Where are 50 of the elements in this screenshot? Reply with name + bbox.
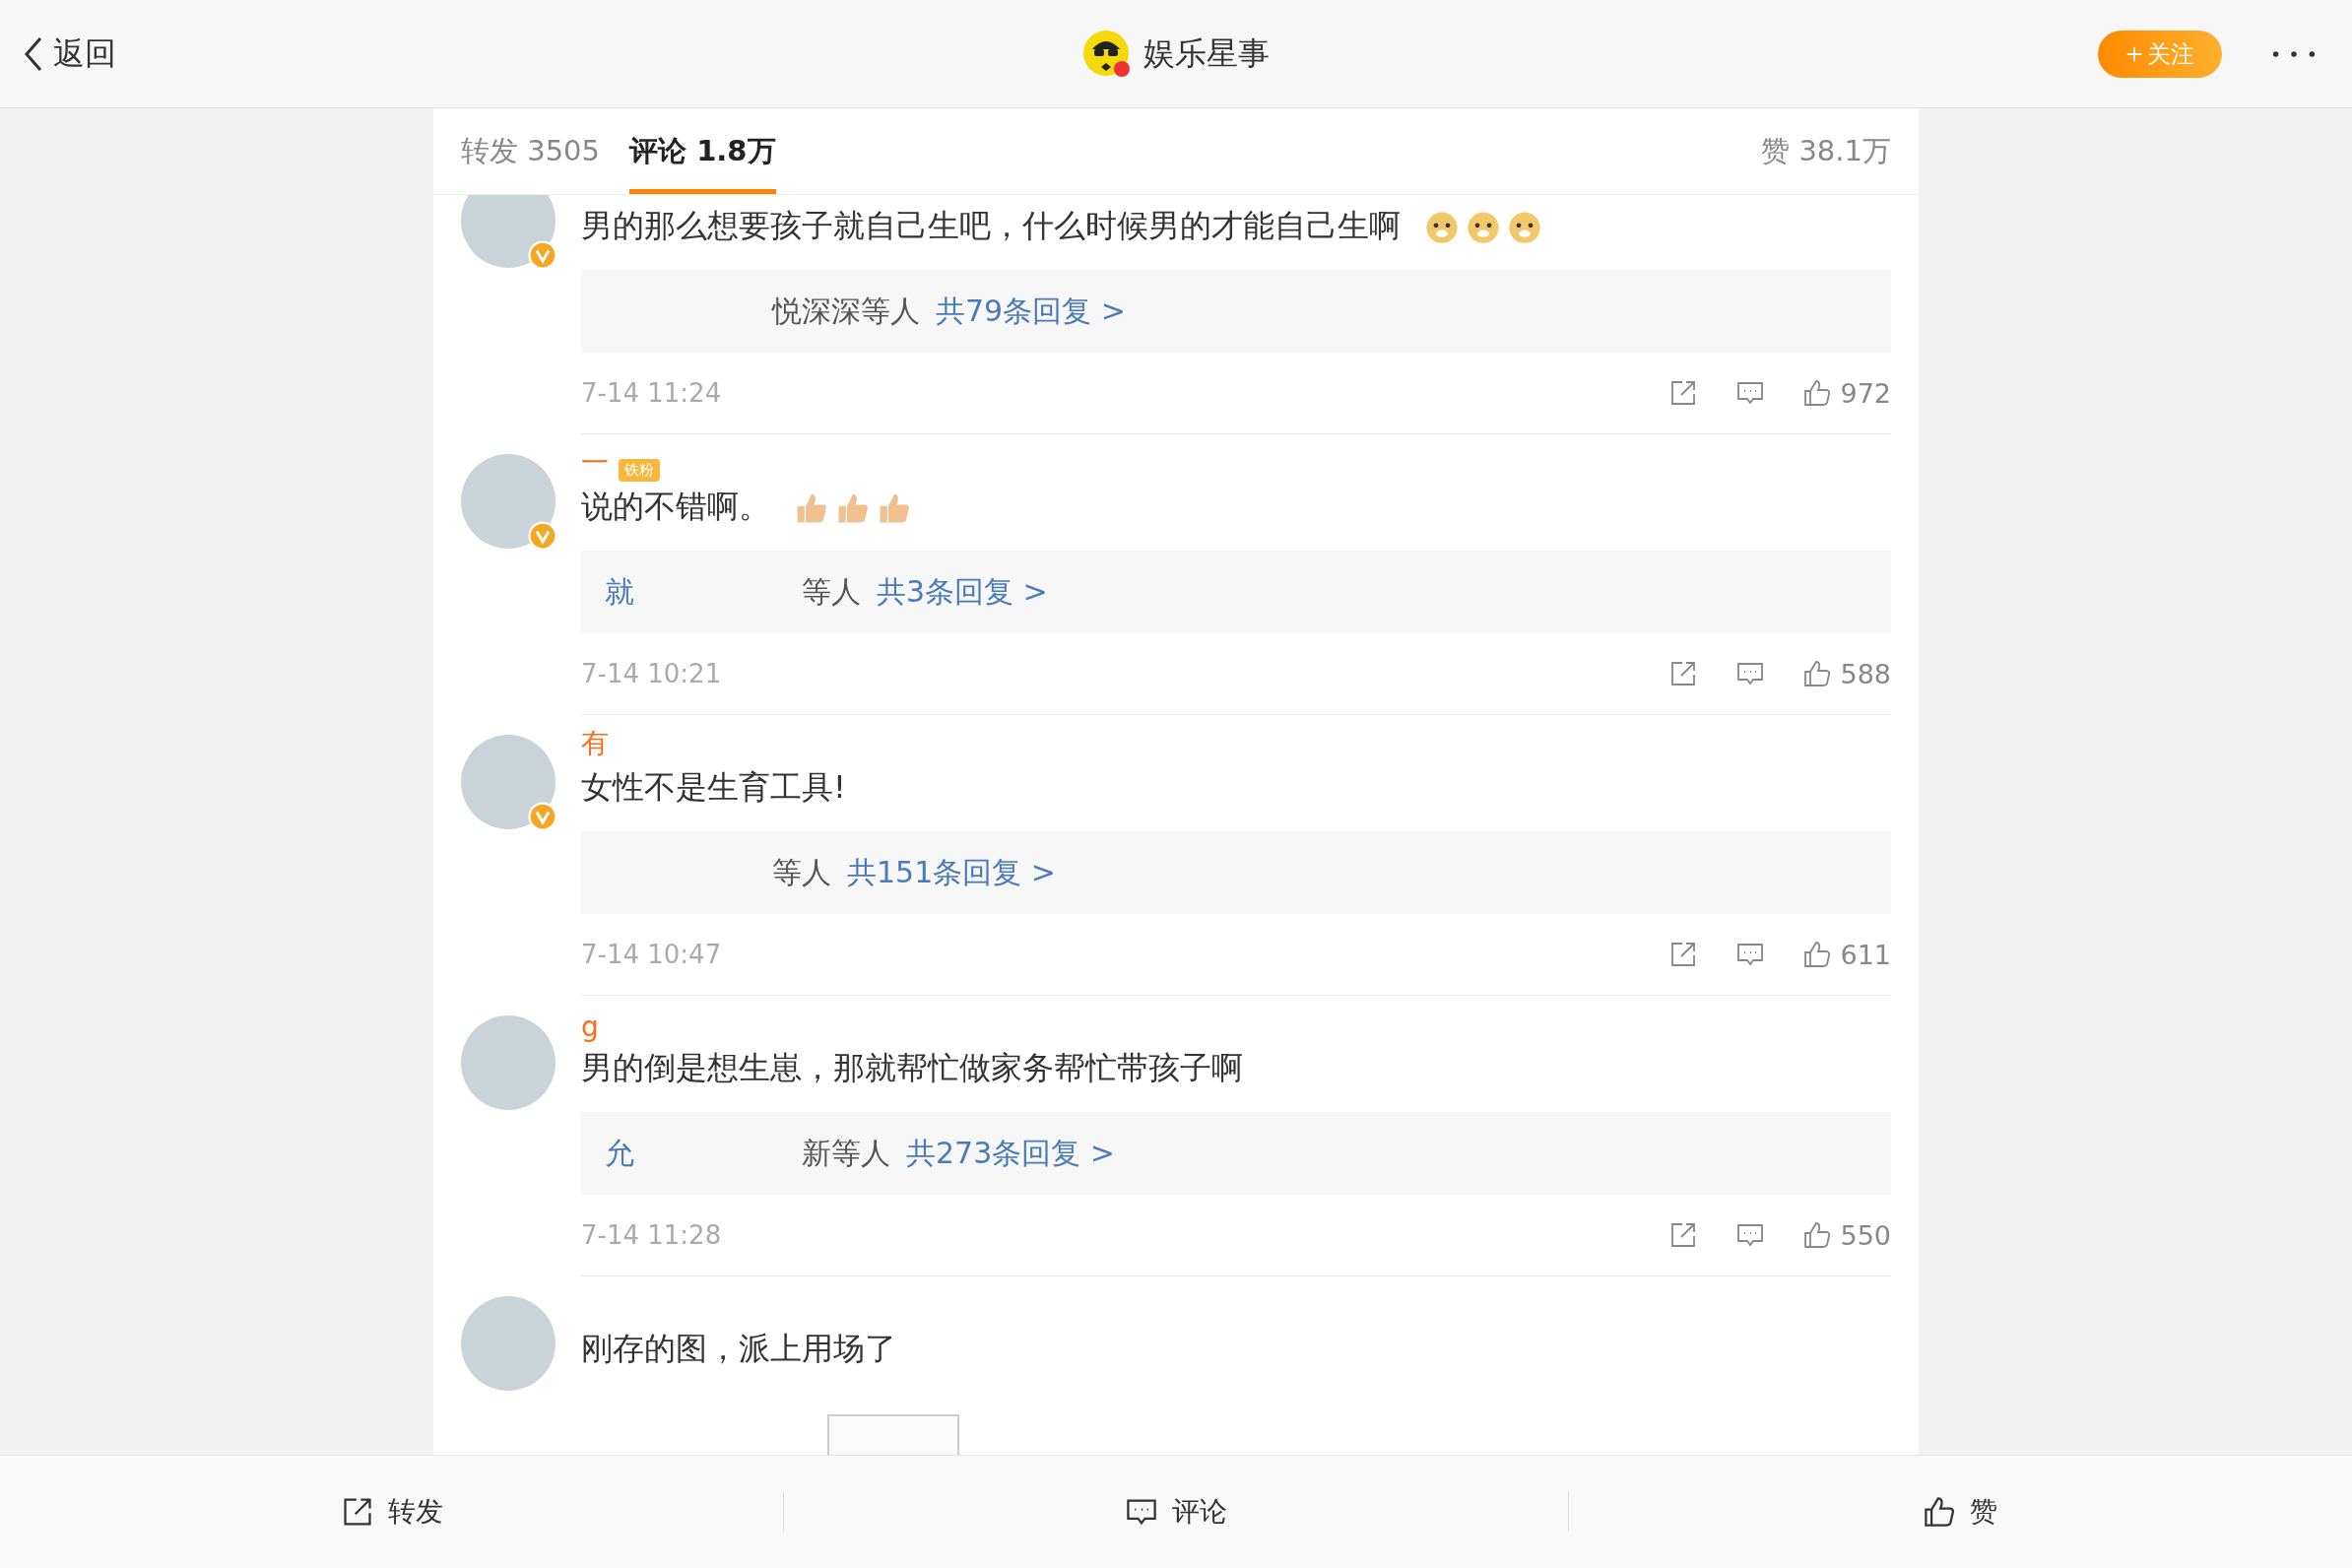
like-icon bbox=[1923, 1495, 1957, 1529]
like-count: 972 bbox=[1840, 377, 1891, 409]
comment-time: 7-14 10:47 bbox=[581, 940, 722, 969]
like-icon[interactable] bbox=[1802, 378, 1833, 408]
reply-count-link[interactable]: 共79条回复 > bbox=[936, 291, 1126, 332]
comment-text: 女性不是生育工具! bbox=[581, 767, 846, 808]
comment-time: 7-14 11:28 bbox=[581, 1220, 722, 1250]
reply-users-text: 等人 bbox=[802, 572, 861, 611]
reply-users-text: 等人 bbox=[772, 853, 831, 891]
account-name: 娱乐星事 bbox=[1143, 33, 1270, 74]
more-icon[interactable] bbox=[2271, 48, 2317, 59]
toolbar-button[interactable]: 转发 bbox=[0, 1472, 784, 1551]
comment-text: 男的倒是想生崽，那就帮忙做家务帮忙带孩子啊 bbox=[581, 1048, 1243, 1088]
reply-count-link[interactable]: 共151条回复 > bbox=[847, 852, 1056, 893]
like-count: 611 bbox=[1840, 939, 1891, 970]
comment-time: 7-14 11:24 bbox=[581, 378, 722, 408]
user-avatar[interactable] bbox=[461, 195, 555, 268]
comment-text: 说的不错啊。 bbox=[581, 487, 770, 527]
comment-text: 刚存的图，派上用场了 bbox=[581, 1329, 896, 1369]
tab[interactable]: 评论 1.8万 bbox=[629, 108, 776, 194]
like-count: 588 bbox=[1840, 658, 1891, 689]
fan-badge: 铁粉 bbox=[619, 459, 660, 482]
toolbar-button[interactable]: 赞 bbox=[1568, 1472, 2352, 1551]
user-name[interactable]: 一 bbox=[581, 444, 609, 482]
tab[interactable]: 转发 3505 bbox=[461, 108, 601, 194]
reply-users-text: 新等人 bbox=[802, 1134, 890, 1172]
like-icon[interactable] bbox=[1802, 659, 1833, 688]
reply-users-text: 悦深深等人 bbox=[772, 292, 920, 330]
replies-box[interactable]: 就 等人 共3条回复 > bbox=[581, 551, 1891, 633]
back-button[interactable]: 返回 bbox=[24, 32, 116, 76]
user-name[interactable]: 有 bbox=[581, 725, 609, 762]
reply-user: 就 bbox=[605, 572, 634, 611]
reply-count-link[interactable]: 共273条回复 > bbox=[906, 1133, 1115, 1174]
plus-icon bbox=[2125, 44, 2143, 63]
like-icon[interactable] bbox=[1802, 940, 1833, 969]
like-count: 550 bbox=[1840, 1219, 1891, 1251]
reply-user: 允 bbox=[605, 1134, 634, 1172]
replies-box[interactable]: 等人 共151条回复 > bbox=[581, 831, 1891, 914]
replies-box[interactable]: 允 新等人 共273条回复 > bbox=[581, 1112, 1891, 1195]
reply-count-link[interactable]: 共3条回复 > bbox=[877, 571, 1048, 613]
likes-tab[interactable]: 赞 38.1万 bbox=[1761, 108, 1891, 194]
back-label: 返回 bbox=[53, 33, 116, 74]
account-avatar-icon bbox=[1082, 29, 1132, 79]
toolbar-button[interactable]: 评论 bbox=[784, 1472, 1568, 1551]
comment-time: 7-14 10:21 bbox=[581, 659, 722, 688]
comment-text: 男的那么想要孩子就自己生吧，什么时候男的才能自己生啊 bbox=[581, 206, 1401, 246]
user-name[interactable]: g bbox=[581, 1011, 599, 1043]
replies-box[interactable]: 悦深深等人 共79条回复 > bbox=[581, 270, 1891, 353]
follow-button[interactable]: 关注 bbox=[2098, 30, 2222, 78]
like-icon[interactable] bbox=[1802, 1220, 1833, 1250]
